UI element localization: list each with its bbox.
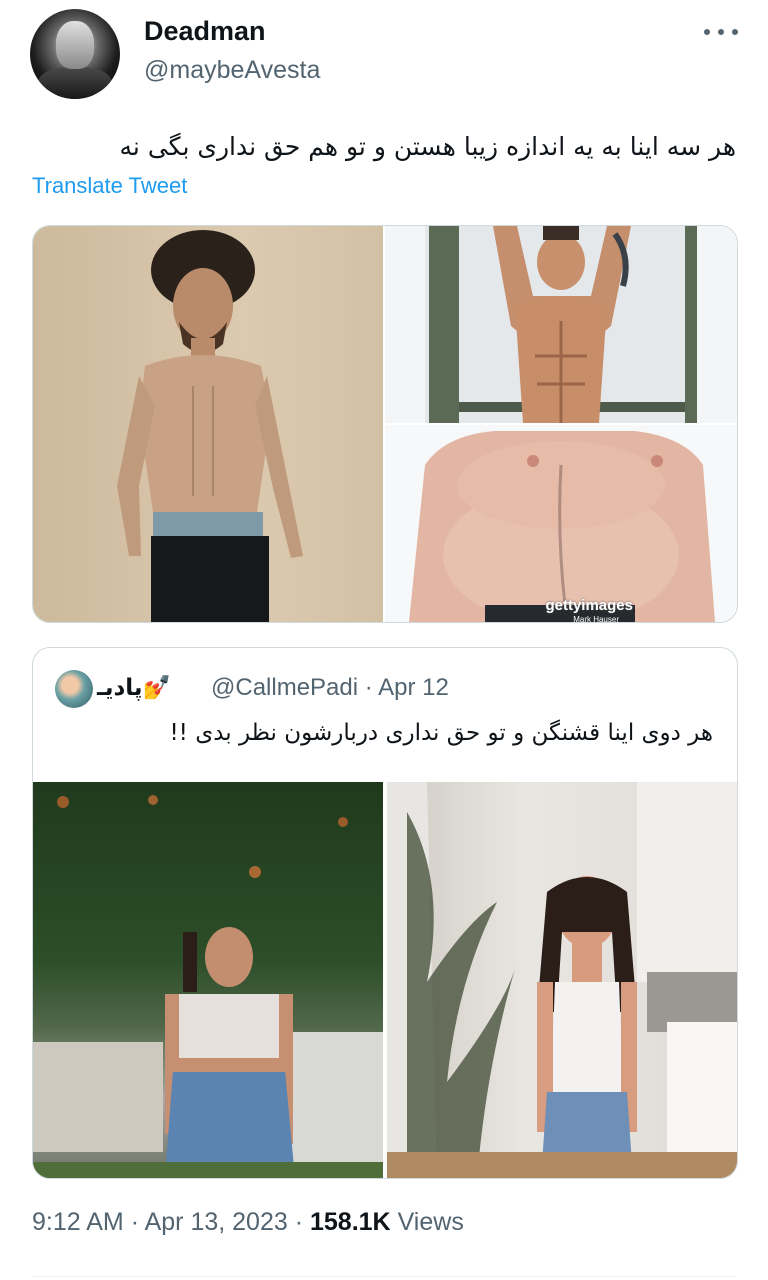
quoted-tweet-text: هر دوی اینا قشنگن و تو حق نداری دربارشون…	[169, 720, 713, 746]
tweet-time[interactable]: 9:12 AM	[32, 1208, 124, 1236]
meta-separator: ·	[294, 1208, 304, 1236]
quoted-name-text: پادیـ	[97, 675, 143, 701]
getty-watermark: gettyimages	[545, 597, 633, 614]
views-count: 158.1K	[310, 1208, 391, 1236]
tweet-header: Deadman @maybeAvesta	[0, 0, 768, 110]
getty-credit: Mark Hauser	[573, 615, 619, 623]
quoted-author-handle: @CallmePadi	[211, 674, 359, 701]
quoted-author-avatar[interactable]	[55, 670, 93, 708]
divider	[32, 1276, 736, 1277]
quoted-date: Apr 12	[378, 674, 449, 701]
thin-man-illustration	[117, 230, 303, 622]
media-photo-muscular-man[interactable]	[385, 226, 737, 423]
quoted-media-woman-right[interactable]	[387, 782, 737, 1178]
quoted-tweet[interactable]: 💅پادیـ @CallmePadi · Apr 12 هر دوی اینا …	[32, 647, 738, 1179]
views-label: Views	[397, 1208, 464, 1236]
quoted-name-emoji: 💅	[142, 675, 172, 701]
heavy-man-illustration	[409, 431, 715, 622]
translate-tweet-link[interactable]: Translate Tweet	[32, 173, 187, 199]
woman-left-illustration	[33, 795, 383, 1178]
muscular-man-illustration	[425, 226, 697, 423]
media-photo-heavy-man[interactable]: gettyimages Mark Hauser	[385, 425, 737, 622]
woman-right-illustration	[387, 782, 737, 1178]
tweet-meta: 9:12 AM · Apr 13, 2023 · 158.1K Views	[32, 1208, 464, 1237]
dot	[704, 29, 710, 35]
quoted-author-name[interactable]: 💅پادیـ	[97, 674, 171, 701]
quoted-separator: ·	[364, 674, 373, 701]
tweet-text: هر سه اینا به یه اندازه زیبا هستن و تو ه…	[119, 132, 736, 161]
meta-separator: ·	[130, 1208, 140, 1236]
more-options-icon[interactable]	[704, 20, 738, 44]
author-avatar[interactable]	[30, 9, 120, 99]
avatar-face	[56, 21, 94, 69]
author-handle[interactable]: @maybeAvesta	[144, 56, 320, 85]
avatar-shoulders	[38, 67, 112, 99]
tweet-date[interactable]: Apr 13, 2023	[145, 1208, 288, 1236]
dot	[718, 29, 724, 35]
quoted-media-woman-left[interactable]	[33, 782, 383, 1178]
media-photo-thin-man[interactable]	[33, 226, 383, 622]
tweet-media-grid: gettyimages Mark Hauser	[32, 225, 738, 623]
dot	[732, 29, 738, 35]
quoted-author-meta[interactable]: @CallmePadi · Apr 12	[211, 674, 449, 702]
author-display-name[interactable]: Deadman	[144, 16, 266, 47]
